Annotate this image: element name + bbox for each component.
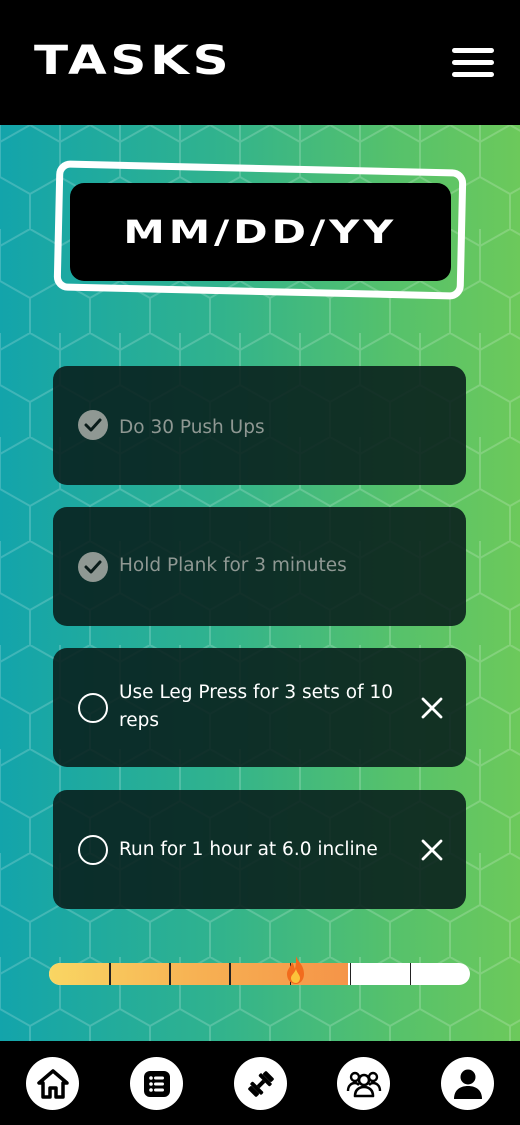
task-label: Do 30 Push Ups xyxy=(119,417,265,438)
task-item[interactable]: Use Leg Press for 3 sets of 10 reps xyxy=(53,648,466,767)
hamburger-menu-icon xyxy=(452,48,494,53)
progress-bar xyxy=(49,963,470,985)
progress-tick xyxy=(229,963,231,985)
date-text: MM/DD/YY xyxy=(123,213,398,251)
task-item[interactable]: Do 30 Push Ups xyxy=(53,366,466,485)
list-icon xyxy=(143,1070,170,1097)
fire-icon xyxy=(287,956,304,984)
app-header: TASKS xyxy=(0,0,520,125)
nav-workouts[interactable] xyxy=(234,1057,287,1110)
page-title: TASKS xyxy=(34,38,233,84)
task-item[interactable]: Run for 1 hour at 6.0 incline xyxy=(53,790,466,909)
close-icon[interactable] xyxy=(419,837,445,863)
task-label: Hold Plank for 3 minutes xyxy=(119,555,347,576)
task-label: Use Leg Press for 3 sets of 10 reps xyxy=(119,682,394,731)
progress-tick xyxy=(169,963,171,985)
group-icon xyxy=(346,1071,381,1097)
home-icon xyxy=(36,1068,69,1099)
nav-profile[interactable] xyxy=(441,1057,494,1110)
progress-tick xyxy=(349,963,352,985)
close-icon[interactable] xyxy=(419,695,445,721)
nav-tasks[interactable] xyxy=(130,1057,183,1110)
main-content: MM/DD/YY Do 30 Push Ups Hold Plank for 3… xyxy=(0,125,520,1041)
user-icon xyxy=(453,1069,482,1099)
bottom-navigation xyxy=(0,1041,520,1125)
unchecked-circle-icon[interactable] xyxy=(78,693,108,723)
checked-circle-icon[interactable] xyxy=(78,552,108,582)
progress-tick xyxy=(409,963,412,985)
date-selector[interactable]: MM/DD/YY xyxy=(70,183,451,281)
nav-community[interactable] xyxy=(337,1057,390,1110)
dumbbell-icon xyxy=(247,1070,274,1097)
nav-home[interactable] xyxy=(26,1057,79,1110)
progress-tick xyxy=(109,963,111,985)
menu-button[interactable] xyxy=(448,44,498,82)
checked-circle-icon[interactable] xyxy=(78,410,108,440)
task-label: Run for 1 hour at 6.0 incline xyxy=(119,839,378,860)
unchecked-circle-icon[interactable] xyxy=(78,835,108,865)
task-item[interactable]: Hold Plank for 3 minutes xyxy=(53,507,466,626)
